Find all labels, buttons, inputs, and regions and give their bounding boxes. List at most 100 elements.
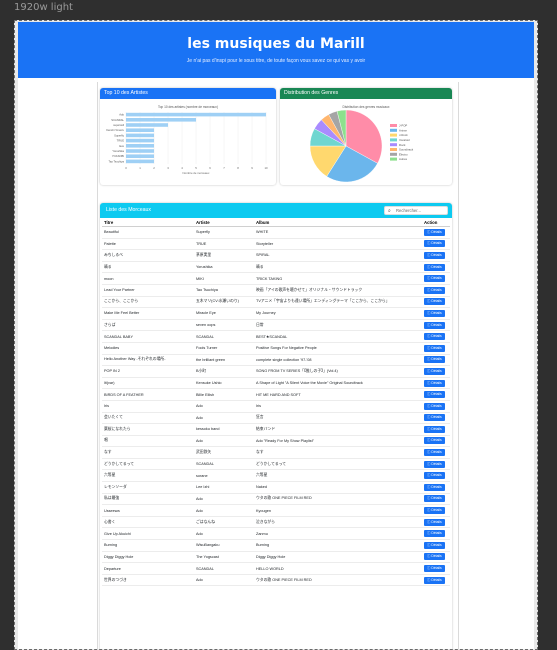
bar — [126, 144, 154, 148]
cell-action: ⓘ Détails — [422, 272, 450, 285]
details-button[interactable]: ⓘ Détails — [424, 298, 445, 306]
cell-title: Beautiful — [102, 226, 194, 239]
cell-action: ⓘ Détails — [422, 261, 450, 274]
search-input[interactable]: ⌕ Rechercher... — [384, 206, 448, 215]
details-button[interactable]: ⓘ Détails — [424, 553, 445, 561]
details-button[interactable]: ⓘ Détails — [424, 518, 445, 526]
legend-label: Rock — [399, 143, 406, 147]
legend-swatch — [390, 157, 397, 161]
x-tick-label: 5 — [195, 166, 197, 170]
cell-action: ⓘ Détails — [422, 400, 450, 413]
details-button[interactable]: ⓘ Détails — [424, 333, 445, 341]
cell-album: 狂言 — [254, 412, 422, 425]
details-button[interactable]: ⓘ Détails — [424, 507, 445, 515]
cell-action: ⓘ Détails — [422, 354, 450, 367]
cell-action: ⓘ Détails — [422, 527, 450, 541]
table-row: Hello Another Way -それぞれの場所-the brilliant… — [102, 354, 450, 367]
details-button[interactable]: ⓘ Détails — [424, 275, 445, 283]
cell-title: Melodies — [102, 342, 194, 355]
details-button-label: Détails — [431, 531, 442, 536]
legend-swatch — [390, 148, 397, 151]
cell-action: ⓘ Détails — [422, 504, 450, 517]
x-tick-label: 3 — [167, 166, 169, 170]
bar — [126, 123, 168, 127]
cell-artist: Miracle Eye — [194, 307, 254, 320]
legend-swatch — [390, 128, 397, 132]
table-row: 私は最強 Ado ウタの歌 ONE PIECE FILM RED ⓘ Détails — [102, 493, 450, 506]
details-button[interactable]: ⓘ Détails — [424, 286, 445, 294]
legend-swatch — [390, 133, 397, 137]
chart-title: Distribution des genres musicaux — [343, 105, 390, 109]
cell-title: レモンソーダ — [102, 481, 194, 494]
cell-artist: 武田鉄矢 — [194, 446, 254, 459]
details-button[interactable]: ⓘ Détails — [424, 356, 445, 364]
y-tick-label: Kenshi Yonezu — [106, 128, 124, 132]
details-button-label: Détails — [431, 473, 442, 478]
main-container: Top 10 des Artistes Top 10 des artistes … — [97, 82, 459, 649]
details-button[interactable]: ⓘ Détails — [424, 565, 445, 573]
cell-title: Give Up Akuichi — [102, 527, 194, 541]
cell-action: ⓘ Détails — [422, 516, 450, 529]
details-button[interactable]: ⓘ Détails — [424, 228, 445, 236]
cell-artist: Ado — [194, 412, 254, 425]
details-button-label: Détails — [431, 357, 442, 362]
genres-card: Distribution des Genres Distribution des… — [280, 88, 452, 185]
cell-album: A Shape of Light "A Silent Voice the Mov… — [254, 377, 422, 390]
cell-artist: Tao Tsuchiya — [194, 284, 254, 297]
table-row: ここから、ここから 五木マリ(CV:水瀬いのり) TVアニメ「宇宙よりも遠い場所」エ… — [102, 296, 450, 309]
bar — [126, 128, 154, 132]
details-button[interactable]: ⓘ Détails — [424, 437, 445, 445]
details-button[interactable]: ⓘ Détails — [424, 391, 445, 399]
details-button[interactable]: ⓘ Détails — [424, 460, 445, 468]
table-row: SCANDAL BABY SCANDAL BEST★SCANDAL ⓘ Détails — [102, 330, 450, 343]
details-button[interactable]: ⓘ Détails — [424, 367, 445, 375]
cell-action: ⓘ Détails — [422, 388, 450, 401]
details-button[interactable]: ⓘ Détails — [424, 309, 445, 317]
details-button-label: Détails — [431, 519, 442, 524]
table-row: POP IN 2 B小町 SONG FROM TV SERIES「【推しの子】」(V… — [102, 365, 450, 378]
details-button[interactable]: ⓘ Détails — [424, 379, 445, 387]
details-button[interactable]: ⓘ Détails — [424, 495, 445, 503]
cell-artist: 茅原実里 — [194, 249, 254, 262]
cell-title: Make Me Feel Better — [102, 307, 194, 320]
cell-title: moon — [102, 272, 194, 285]
cell-album: Ado "Ready For My Show Playlist" — [254, 435, 422, 448]
details-button[interactable]: ⓘ Détails — [424, 402, 445, 410]
cell-action: ⓘ Détails — [422, 365, 450, 378]
details-button[interactable]: ⓘ Détails — [424, 263, 445, 271]
details-button[interactable]: ⓘ Détails — [424, 576, 445, 584]
details-button-label: Détails — [431, 368, 442, 373]
cell-album: Naked — [254, 481, 422, 494]
details-button-label: Détails — [431, 496, 442, 501]
legend-label: J-Rock — [399, 133, 408, 137]
details-button[interactable]: ⓘ Détails — [424, 251, 445, 259]
details-button[interactable]: ⓘ Détails — [424, 449, 445, 457]
tracks-tbody: Beautiful Superfly WHITE ⓘ Détails Palette TR… — [102, 226, 450, 587]
cell-title: どうかしてるって — [102, 458, 194, 471]
details-button[interactable]: ⓘ Détails — [424, 344, 445, 352]
details-button[interactable]: ⓘ Détails — [424, 240, 445, 248]
cell-artist: sorane — [194, 469, 254, 483]
details-button[interactable]: ⓘ Détails — [424, 541, 445, 549]
table-row: 葉桜になれたら kessoku band 結束バンド ⓘ Détails — [102, 423, 450, 436]
cell-artist: Billie Eilish — [194, 388, 254, 401]
cell-action: ⓘ Détails — [422, 238, 450, 251]
table-header-row: Titre Artiste Album Action — [102, 218, 450, 227]
details-button[interactable]: ⓘ Détails — [424, 425, 445, 433]
cell-artist: WisuBangaku — [194, 539, 254, 552]
cell-title: さらば — [102, 319, 194, 332]
x-tick-label: 1 — [139, 166, 141, 170]
details-button[interactable]: ⓘ Détails — [424, 414, 445, 422]
y-tick-label: YOASOBI — [112, 154, 124, 158]
table-row: 世界のつづき Ado ウタの歌 ONE PIECE FILM RED ⓘ Détail… — [102, 574, 450, 587]
details-button[interactable]: ⓘ Détails — [424, 472, 445, 480]
details-button[interactable]: ⓘ Détails — [424, 530, 445, 538]
details-button[interactable]: ⓘ Détails — [424, 321, 445, 329]
details-button[interactable]: ⓘ Détails — [424, 483, 445, 491]
cell-album: なす — [254, 446, 422, 459]
cell-album: Storyteller — [254, 238, 422, 251]
table-row: Departure SCANDAL HELLO WORLD ⓘ Détails — [102, 562, 450, 575]
x-tick-label: 6 — [209, 166, 211, 170]
legend-swatch — [390, 143, 397, 147]
table-row: みちしるべ 茅原実里 SPIRAL ⓘ Détails — [102, 249, 450, 262]
